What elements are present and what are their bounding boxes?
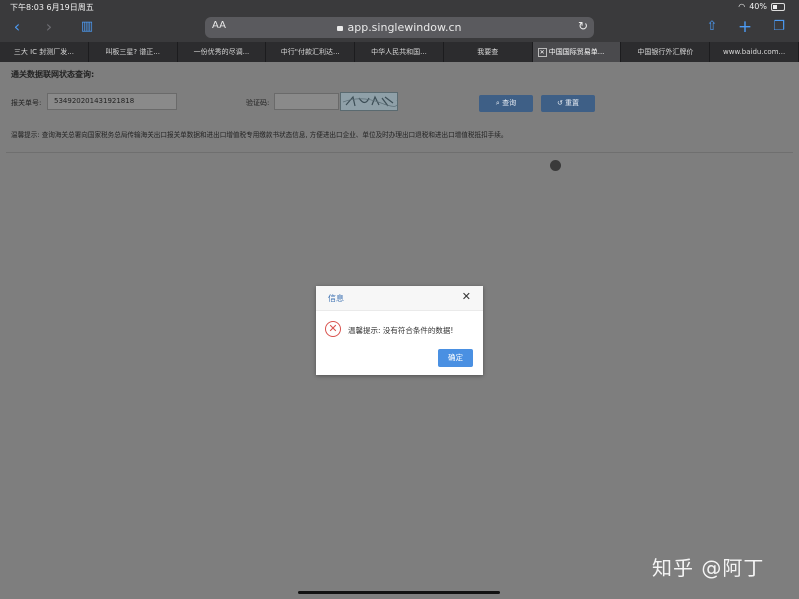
captcha-drawing (342, 95, 398, 107)
browser-tab[interactable]: 我要查 (444, 42, 533, 62)
battery-fill (773, 4, 777, 9)
dialog-message: 温馨提示: 没有符合条件的数据! (348, 326, 454, 335)
tab-label: 中行"付款汇利达... (280, 48, 340, 56)
hint-text: 温馨提示: 查询海关总署向国家税务总局传输海关出口报关单数据和进出口增值税专用缴… (11, 131, 508, 139)
reset-button[interactable]: ↺ 重置 (541, 95, 595, 112)
wifi-icon: ◠ (738, 2, 746, 11)
browser-tab[interactable]: 中行"付款汇利达... (266, 42, 356, 62)
url-display[interactable]: app.singlewindow.cn (205, 21, 594, 34)
tab-label: 我要查 (477, 48, 499, 56)
lock-icon (337, 26, 344, 31)
info-dialog: 信息 ✕ ✕ 温馨提示: 没有符合条件的数据! 确定 (316, 286, 483, 375)
tab-label: 中华人民共和国... (371, 48, 427, 56)
captcha-image[interactable] (340, 92, 398, 111)
close-icon[interactable]: ✕ (462, 291, 471, 303)
tab-label: 中国国际贸易单... (548, 48, 605, 56)
status-bar: 下午8:03 6月19日周五 ◠ 40% (0, 0, 799, 14)
browser-tab[interactable]: 三大 IC 封测厂发... (0, 42, 89, 62)
share-icon[interactable]: ⇧ (701, 17, 723, 37)
battery-text: 40% (749, 2, 767, 11)
tab-label: 中国银行外汇牌价 (637, 48, 694, 56)
reload-icon[interactable]: ↻ (578, 19, 588, 33)
divider (6, 152, 793, 153)
reset-icon: ↺ (556, 99, 566, 107)
browser-tab[interactable]: 中国银行外汇牌价 (621, 42, 711, 62)
browser-tab[interactable]: 一份优秀的尽调... (178, 42, 267, 62)
search-button-label: 查询 (502, 99, 517, 107)
status-right: ◠ 40% (738, 2, 785, 11)
add-tab-icon[interactable]: + (734, 17, 756, 37)
forward-icon[interactable]: › (38, 17, 60, 37)
dialog-title: 信息 (328, 294, 344, 303)
captcha-label: 验证码: (246, 99, 270, 107)
browser-toolbar: ‹ › ▥ AA app.singlewindow.cn ↻ ⇧ + ❐ (0, 14, 799, 42)
browser-tab[interactable]: 叫板三星? 谱正... (89, 42, 178, 62)
browser-tab[interactable]: ✕ 中国国际贸易单... (532, 42, 622, 62)
page-title: 通关数据联网状态查询: (11, 70, 95, 79)
close-tab-icon[interactable]: ✕ (537, 48, 547, 57)
status-time-date: 下午8:03 6月19日周五 (10, 3, 94, 12)
browser-tab[interactable]: www.baidu.com... (710, 42, 799, 62)
error-icon: ✕ (325, 321, 341, 337)
search-button[interactable]: ⌕ 查询 (479, 95, 533, 112)
tab-label: 三大 IC 封测厂发... (13, 48, 74, 56)
address-bar[interactable]: AA app.singlewindow.cn ↻ (205, 17, 594, 38)
tab-label: www.baidu.com... (723, 48, 786, 56)
loading-spinner (550, 160, 561, 171)
battery-icon (771, 2, 785, 11)
bookmarks-icon[interactable]: ▥ (76, 17, 98, 37)
declaration-number-input[interactable]: 534920201431921818 (47, 93, 177, 110)
declaration-label: 报关单号: (11, 99, 42, 107)
browser-tab[interactable]: 中华人民共和国... (355, 42, 444, 62)
url-text: app.singlewindow.cn (347, 21, 462, 34)
home-indicator[interactable] (298, 591, 500, 594)
tab-strip: 三大 IC 封测厂发... 叫板三星? 谱正... 一份优秀的尽调... 中行"付款汇… (0, 42, 799, 62)
tab-label: 一份优秀的尽调... (193, 48, 250, 56)
tab-label: 叫板三星? 谱正... (105, 48, 160, 56)
dialog-header: 信息 ✕ (316, 286, 483, 311)
back-icon[interactable]: ‹ (6, 17, 28, 37)
captcha-input[interactable] (274, 93, 339, 110)
tabs-icon[interactable]: ❐ (768, 17, 790, 37)
watermark: 知乎 @阿丁 (652, 556, 765, 580)
ok-button[interactable]: 确定 (438, 349, 473, 367)
reset-button-label: 重置 (565, 99, 580, 107)
